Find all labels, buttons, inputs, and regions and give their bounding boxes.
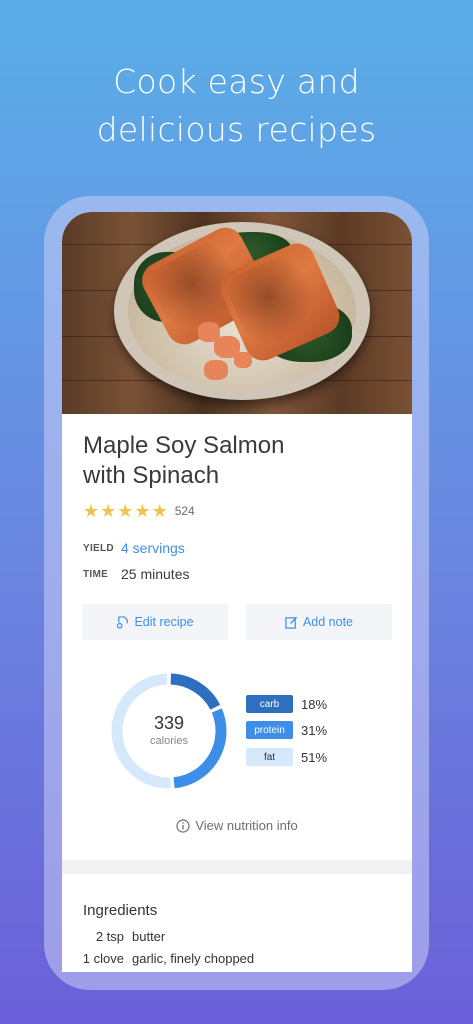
- note-edit-icon: [285, 616, 298, 629]
- time-row: TIME 25 minutes: [83, 566, 189, 582]
- macro-fat-row: fat 51%: [246, 748, 327, 766]
- add-note-button[interactable]: Add note: [246, 604, 392, 640]
- ingredient-item: 1 clove garlic, finely chopped: [62, 951, 254, 966]
- donut-segment-carb: [170, 673, 221, 710]
- fat-percent: 51%: [301, 749, 328, 765]
- protein-percent: 31%: [301, 722, 328, 738]
- star-icon: ★: [83, 501, 100, 521]
- edit-recipe-label: Edit recipe: [134, 615, 194, 629]
- view-nutrition-label: View nutrition info: [195, 818, 298, 833]
- ingredient-name: butter: [132, 929, 166, 944]
- macro-protein-row: protein 31%: [246, 721, 327, 739]
- time-label: TIME: [83, 568, 109, 580]
- promo-line-1: Cook easy and: [113, 62, 360, 101]
- carb-badge: carb: [246, 695, 293, 713]
- view-nutrition-link[interactable]: View nutrition info: [62, 818, 412, 833]
- promo-line-2: delicious recipes: [96, 110, 377, 149]
- calorie-label: calories: [150, 735, 188, 747]
- recipe-title-line-1: Maple Soy Salmon: [83, 432, 285, 459]
- yield-label: YIELD: [83, 542, 114, 554]
- ingredient-qty: 2 tsp: [95, 929, 124, 944]
- recipe-screen: Maple Soy Salmon with Spinach ★ ★ ★ ★ ★ …: [62, 212, 412, 972]
- protein-badge: protein: [246, 721, 293, 739]
- info-icon: [176, 818, 190, 833]
- edit-recipe-icon: [117, 615, 129, 629]
- edit-recipe-button[interactable]: Edit recipe: [82, 604, 228, 640]
- time-value: 25 minutes: [121, 566, 190, 582]
- ingredient-item: 2 tsp butter: [62, 929, 165, 944]
- promo-headline: Cook easy and delicious recipes: [0, 58, 473, 154]
- rating-count: 524: [174, 504, 195, 518]
- recipe-title-line-2: with Spinach: [83, 462, 220, 489]
- yield-row: YIELD 4 servings: [83, 540, 185, 556]
- servings-link[interactable]: 4 servings: [121, 540, 185, 556]
- star-icon: ★: [134, 501, 151, 521]
- section-divider: [62, 860, 412, 874]
- star-icon: ★: [117, 501, 134, 521]
- ingredient-name: garlic, finely chopped: [132, 951, 255, 966]
- recipe-title: Maple Soy Salmon with Spinach: [83, 431, 383, 491]
- rating: ★ ★ ★ ★ ★ 524: [83, 502, 195, 520]
- fat-badge: fat: [246, 748, 293, 766]
- calorie-count: 339: [153, 713, 185, 733]
- macro-carb-row: carb 18%: [246, 695, 327, 713]
- star-icon: ★: [151, 501, 168, 521]
- calorie-summary: 339 calories: [110, 713, 228, 747]
- carb-percent: 18%: [301, 696, 328, 712]
- ingredient-qty: 1 clove: [82, 951, 124, 966]
- star-icon: ★: [100, 501, 117, 521]
- add-note-label: Add note: [302, 615, 354, 629]
- recipe-photo: [62, 212, 412, 414]
- ingredients-title: Ingredients: [83, 902, 158, 919]
